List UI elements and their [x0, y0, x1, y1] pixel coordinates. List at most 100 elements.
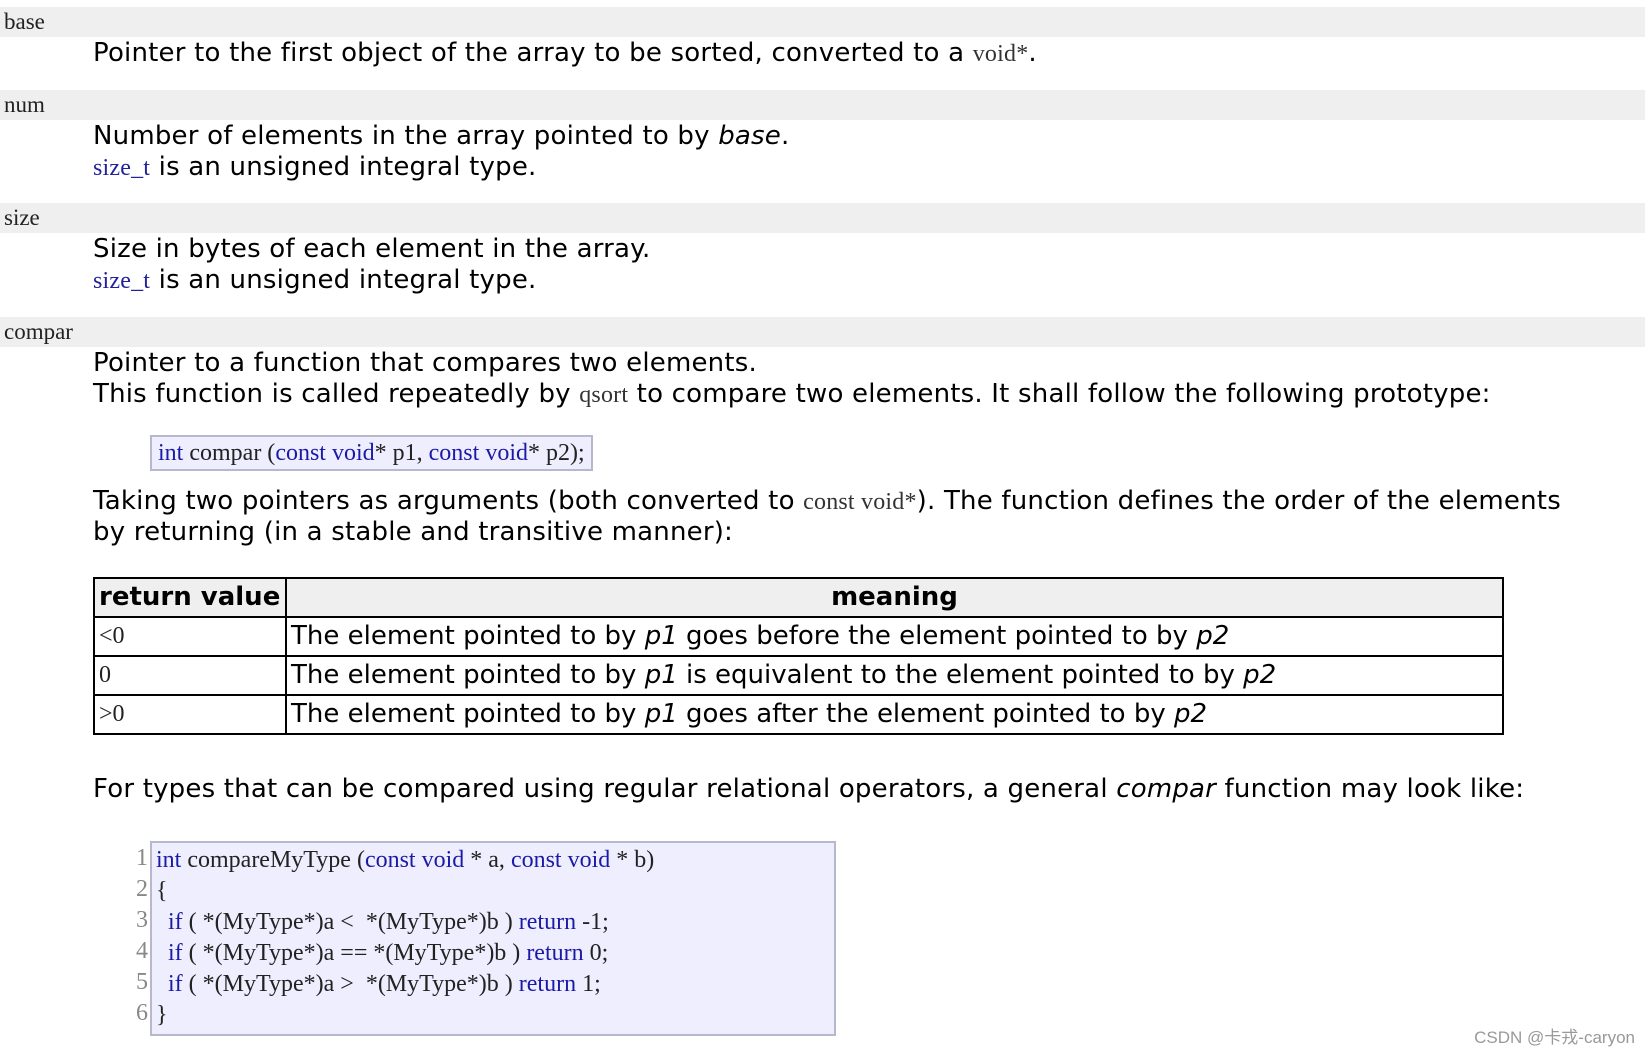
return-value-cell: >0: [93, 694, 287, 735]
cell-text: goes before the element pointed to by: [677, 621, 1197, 651]
desc-text: This function is called repeatedly by: [93, 379, 580, 409]
code-text: * p2);: [528, 440, 585, 466]
param-name-size: size: [0, 203, 1645, 233]
emphasis: p2: [1196, 621, 1230, 651]
param-name-base: base: [0, 7, 1645, 37]
line-number: 4: [136, 938, 148, 964]
code-text: * b): [610, 847, 655, 873]
keyword: if: [168, 909, 183, 935]
keyword: if: [168, 971, 183, 997]
cell-text: The element pointed to by: [291, 621, 645, 651]
code-text: -1;: [576, 909, 609, 935]
param-desc-base: Pointer to the first object of the array…: [93, 37, 1037, 70]
code-text: ( *(MyType*)a == *(MyType*)b ): [182, 940, 527, 966]
desc-text: ). The function defines the order of the…: [916, 486, 1561, 516]
keyword: void: [567, 847, 611, 873]
keyword: void: [421, 847, 465, 873]
keyword: int: [158, 440, 184, 466]
keyword: const: [428, 440, 480, 466]
desc-text: Pointer to the first object of the array…: [93, 38, 973, 68]
meaning-cell: The element pointed to by p1 goes before…: [285, 616, 1504, 657]
code-line: if ( *(MyType*)a < *(MyType*)b ) return …: [156, 907, 830, 938]
desc-text: Taking two pointers as arguments (both c…: [93, 486, 804, 516]
desc-text: to compare two elements. It shall follow…: [628, 379, 1491, 409]
line-number: 1: [136, 845, 148, 871]
cell-text: The element pointed to by: [291, 660, 645, 690]
desc-text: .: [1028, 38, 1037, 68]
table-header-row: return value meaning: [93, 577, 1504, 618]
code-text: }: [156, 1002, 168, 1028]
table-row: >0 The element pointed to by p1 goes aft…: [93, 694, 1504, 735]
cell-text: The element pointed to by: [291, 699, 645, 729]
code-text: compareMyType (: [181, 847, 365, 873]
keyword: const: [364, 847, 416, 873]
qsort-code: qsort: [579, 382, 629, 408]
emphasis: p2: [1243, 660, 1277, 690]
inline-code: void*: [972, 41, 1029, 67]
line-number: 5: [136, 969, 148, 995]
code-line: if ( *(MyType*)a > *(MyType*)b ) return …: [156, 969, 830, 1000]
code-text: * a,: [464, 847, 511, 873]
param-desc-size: Size in bytes of each element in the arr…: [93, 234, 651, 264]
keyword: void: [485, 440, 528, 466]
param-type-num: size_t is an unsigned integral type.: [93, 151, 537, 184]
desc-text: Number of elements in the array pointed …: [93, 121, 719, 151]
general-compar-paragraph: For types that can be compared using reg…: [93, 773, 1524, 805]
desc-text: .: [780, 121, 790, 151]
inline-code: const void*: [803, 489, 917, 515]
keyword: return: [518, 909, 577, 935]
args-paragraph-line2: by returning (in a stable and transitive…: [93, 517, 734, 547]
header-meaning: meaning: [285, 577, 1504, 618]
emphasis: compar: [1116, 774, 1217, 804]
param-name-compar: compar: [0, 317, 1645, 347]
param-name-num: num: [0, 90, 1645, 120]
watermark: CSDN @卡戎-caryon: [1474, 1028, 1635, 1047]
table-row: 0 The element pointed to by p1 is equiva…: [93, 655, 1504, 696]
code-text: {: [156, 878, 168, 904]
size-t-link[interactable]: size_t: [93, 155, 150, 181]
param-desc-num: Number of elements in the array pointed …: [93, 120, 789, 152]
param-desc-compar-line1: Pointer to a function that compares two …: [93, 348, 757, 378]
line-numbers: 1 2 3 4 5 6: [120, 843, 148, 1029]
keyword: const: [510, 847, 562, 873]
size-t-link[interactable]: size_t: [93, 268, 150, 294]
keyword: return: [518, 971, 577, 997]
code-box: int compareMyType (const void * a, const…: [150, 841, 836, 1036]
keyword: return: [526, 940, 584, 966]
code-line: if ( *(MyType*)a == *(MyType*)b ) return…: [156, 938, 830, 969]
param-type-size: size_t is an unsigned integral type.: [93, 264, 537, 297]
cell-text: is equivalent to the element pointed to …: [677, 660, 1244, 690]
code-line: int compareMyType (const void * a, const…: [156, 845, 830, 876]
code-text: ( *(MyType*)a > *(MyType*)b ): [182, 971, 519, 997]
code-line: {: [156, 876, 830, 907]
code-text: * p1,: [374, 440, 429, 466]
table-row: <0 The element pointed to by p1 goes bef…: [93, 616, 1504, 657]
emphasis: p2: [1174, 699, 1208, 729]
prototype-box: int compar (const void* p1, const void* …: [150, 435, 593, 471]
return-value-cell: 0: [93, 655, 287, 696]
desc-text: is an unsigned integral type.: [150, 152, 537, 182]
line-number: 2: [136, 876, 148, 902]
desc-text: function may look like:: [1216, 774, 1525, 804]
meaning-cell: The element pointed to by p1 goes after …: [285, 694, 1504, 735]
line-number: 6: [136, 1000, 148, 1026]
emphasis: p1: [644, 660, 678, 690]
code-text: 0;: [583, 940, 609, 966]
return-value-table: return value meaning <0 The element poin…: [93, 577, 1504, 735]
return-value-cell: <0: [93, 616, 287, 657]
desc-text: For types that can be compared using reg…: [93, 774, 1117, 804]
keyword: void: [331, 440, 375, 466]
param-desc-compar-line2: This function is called repeatedly by qs…: [93, 378, 1491, 411]
cell-text: goes after the element pointed to by: [677, 699, 1175, 729]
meaning-cell: The element pointed to by p1 is equivale…: [285, 655, 1504, 696]
emphasis: p1: [644, 699, 678, 729]
code-text: 1;: [576, 971, 601, 997]
code-text: compar (: [183, 440, 276, 466]
code-text: ( *(MyType*)a < *(MyType*)b ): [182, 909, 519, 935]
keyword: if: [168, 940, 183, 966]
args-paragraph-line1: Taking two pointers as arguments (both c…: [93, 485, 1561, 518]
emphasis: p1: [644, 621, 678, 651]
